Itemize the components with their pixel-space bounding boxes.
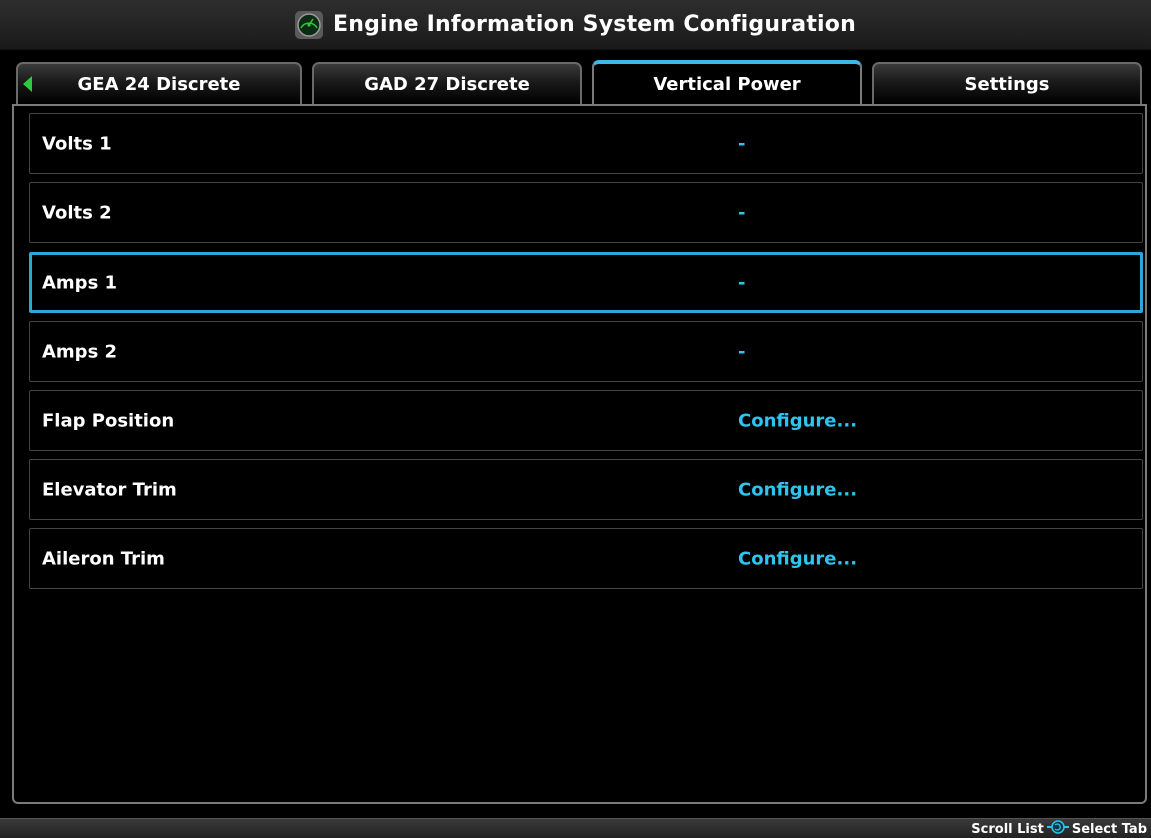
arrow-left-icon [23,76,33,97]
tab-vertical-power[interactable]: Vertical Power [592,60,862,104]
knob-hint: Scroll List Select Tab [971,820,1147,838]
title-bar: Engine Information System Configuration [0,0,1151,50]
row-amps-1[interactable]: Amps 1 - [29,252,1143,313]
tab-gea-24-discrete[interactable]: GEA 24 Discrete [16,62,302,104]
row-volts-1[interactable]: Volts 1 - [29,113,1143,174]
row-label: Volts 1 [42,133,112,154]
row-value: - [738,341,746,362]
configure-link[interactable]: Configure... [738,548,857,569]
tab-gad-27-discrete[interactable]: GAD 27 Discrete [312,62,582,104]
gauge-icon [295,10,324,39]
row-label: Amps 2 [42,341,118,362]
row-value: - [738,272,746,293]
row-volts-2[interactable]: Volts 2 - [29,182,1143,243]
row-label: Elevator Trim [42,479,177,500]
row-value: - [738,133,746,154]
row-amps-2[interactable]: Amps 2 - [29,321,1143,382]
row-flap-position[interactable]: Flap Position Configure... [29,390,1143,451]
row-aileron-trim[interactable]: Aileron Trim Configure... [29,528,1143,589]
row-value: - [738,202,746,223]
page-title: Engine Information System Configuration [333,12,856,37]
tab-label: GAD 27 Discrete [364,73,530,95]
tab-label: GEA 24 Discrete [77,73,241,95]
row-label: Aileron Trim [42,548,165,569]
configure-link[interactable]: Configure... [738,410,857,431]
tab-label: Settings [964,73,1050,95]
row-elevator-trim[interactable]: Elevator Trim Configure... [29,459,1143,520]
knob-icon [1046,820,1069,838]
footer-bar: Scroll List Select Tab [0,818,1151,838]
row-label: Flap Position [42,410,175,431]
select-tab-hint: Select Tab [1071,821,1147,837]
scroll-list-hint: Scroll List [971,821,1044,837]
tab-settings[interactable]: Settings [872,62,1142,104]
configure-link[interactable]: Configure... [738,479,857,500]
row-label: Volts 2 [42,202,112,223]
row-label: Amps 1 [42,272,118,293]
tab-label: Vertical Power [653,73,801,95]
